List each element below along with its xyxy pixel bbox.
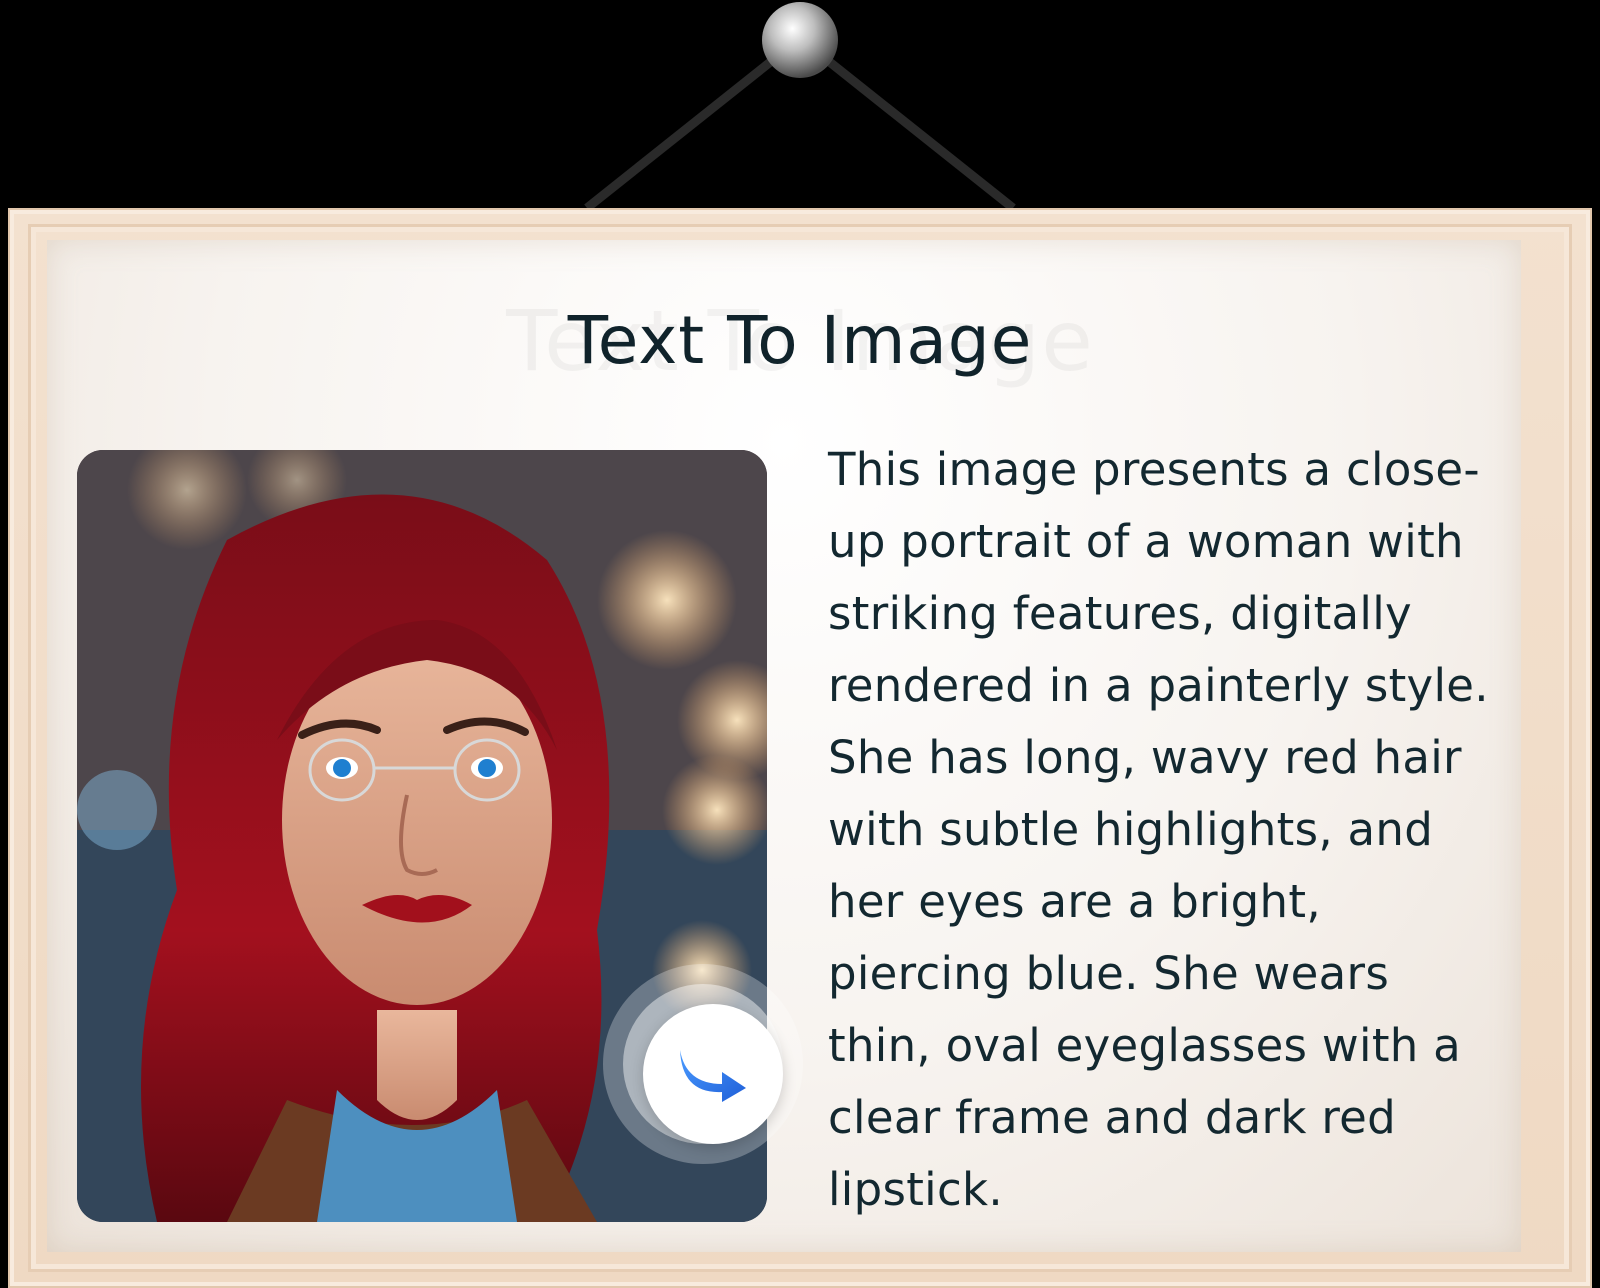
- curved-arrow-right-icon: [680, 1050, 746, 1102]
- hanging-string: [584, 2, 1016, 212]
- pushpin-ball-icon: [762, 2, 838, 78]
- page-title: Text To Image: [567, 302, 1033, 379]
- image-description: This image presents a close- up portrait…: [828, 443, 1489, 1216]
- next-arrow-button[interactable]: [643, 1004, 783, 1144]
